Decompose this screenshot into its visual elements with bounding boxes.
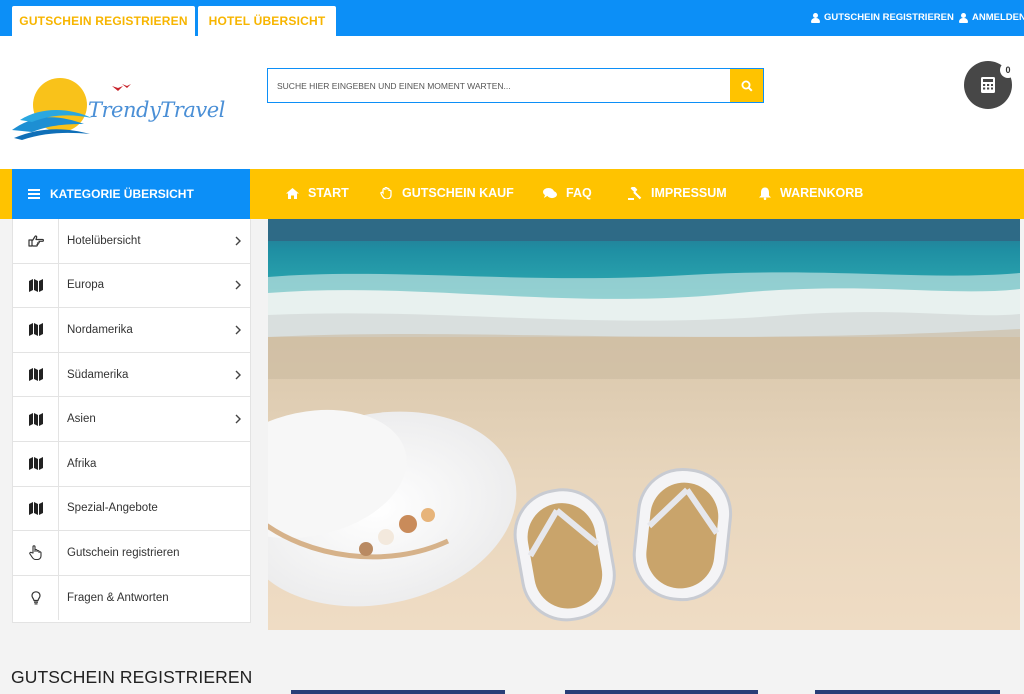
sidebar-item-label: Hotelübersicht: [67, 234, 141, 247]
nav-label: WARENKORB: [780, 186, 864, 200]
comments-icon: [543, 187, 557, 198]
map-icon: [28, 368, 43, 382]
sidebar-item-label: Südamerika: [67, 368, 129, 381]
hand-point-right-icon: [27, 235, 44, 247]
category-sidebar: Hotelübersicht Europa Nordamerika Südame…: [12, 219, 251, 623]
sidebar-item-spezial-angebote[interactable]: Spezial-Angebote: [13, 486, 250, 532]
logo-bird-icon: [112, 86, 123, 91]
sidebar-item-afrika[interactable]: Afrika: [13, 441, 250, 487]
nav-label: IMPRESSUM: [651, 186, 727, 200]
voucher-card-top: [565, 690, 758, 694]
lightbulb-icon: [30, 591, 41, 605]
sidebar-item-europa[interactable]: Europa: [13, 263, 250, 309]
nav-label: FAQ: [566, 186, 592, 200]
sidebar-item-label: Europa: [67, 279, 105, 292]
chevron-right-icon: [235, 325, 241, 335]
category-overview-button[interactable]: KATEGORIE ÜBERSICHT: [12, 169, 250, 219]
sidebar-item-label: Nordamerika: [67, 323, 133, 336]
bell-icon: [759, 187, 771, 200]
nav-gutschein-kauf[interactable]: GUTSCHEIN KAUF: [380, 186, 514, 200]
search-icon: [741, 80, 753, 92]
sidebar-item-suedamerika[interactable]: Südamerika: [13, 352, 250, 398]
sidebar-item-hoteluebersicht[interactable]: Hotelübersicht: [13, 219, 250, 264]
hero-beach-image: [268, 219, 1020, 630]
search-button[interactable]: [730, 69, 763, 102]
user-icon: [811, 12, 820, 23]
voucher-card-top: [815, 690, 1000, 694]
top-link-label: ANMELDEN: [972, 12, 1024, 23]
nav-label: GUTSCHEIN KAUF: [402, 186, 514, 200]
voucher-card-top: [291, 690, 505, 694]
hand-pointer-icon: [29, 545, 42, 561]
tab-hotel-uebersicht[interactable]: HOTEL ÜBERSICHT: [198, 6, 336, 36]
gavel-icon: [628, 186, 642, 200]
sidebar-item-gutschein-registrieren[interactable]: Gutschein registrieren: [13, 531, 250, 576]
sidebar-item-label: Spezial-Angebote: [67, 502, 158, 515]
user-icon: [959, 12, 968, 23]
nav-start[interactable]: START: [286, 186, 349, 200]
sidebar-item-nordamerika[interactable]: Nordamerika: [13, 308, 250, 353]
nav-impressum[interactable]: IMPRESSUM: [628, 186, 727, 200]
map-icon: [28, 457, 43, 471]
cart-count-badge: 0: [1000, 62, 1016, 78]
section-title: GUTSCHEIN REGISTRIEREN: [11, 667, 253, 687]
sidebar-item-label: Afrika: [67, 457, 97, 470]
nav-warenkorb[interactable]: WARENKORB: [759, 186, 863, 200]
logo-bird-icon: [122, 84, 131, 88]
map-icon: [28, 412, 43, 426]
cart-button[interactable]: 0: [964, 61, 1016, 109]
search-input[interactable]: [268, 69, 728, 102]
home-icon: [286, 187, 299, 199]
chevron-right-icon: [235, 414, 241, 424]
chevron-right-icon: [235, 280, 241, 290]
list-icon: [28, 189, 40, 199]
sidebar-item-label: Asien: [67, 413, 96, 426]
sidebar-item-asien[interactable]: Asien: [13, 397, 250, 442]
hand-icon: [380, 187, 392, 199]
top-bar: GUTSCHEIN REGISTRIEREN HOTEL ÜBERSICHT G…: [0, 0, 1024, 36]
sidebar-item-label: Gutschein registrieren: [67, 546, 180, 559]
nav-label: START: [308, 186, 349, 200]
top-link-anmelden[interactable]: ANMELDEN: [959, 12, 1024, 23]
map-icon: [28, 501, 43, 515]
calculator-icon: [981, 77, 995, 93]
nav-faq[interactable]: FAQ: [543, 186, 592, 200]
top-link-label: GUTSCHEIN REGISTRIEREN: [824, 12, 954, 23]
search-bar: [267, 68, 764, 103]
sidebar-item-label: Fragen & Antworten: [67, 592, 169, 605]
category-overview-label: KATEGORIE ÜBERSICHT: [50, 187, 194, 201]
sidebar-item-fragen-antworten[interactable]: Fragen & Antworten: [13, 575, 250, 621]
map-icon: [28, 278, 43, 292]
chevron-right-icon: [235, 236, 241, 246]
map-icon: [28, 323, 43, 337]
tab-gutschein-registrieren[interactable]: GUTSCHEIN REGISTRIEREN: [12, 6, 195, 36]
top-link-gutschein-registrieren[interactable]: GUTSCHEIN REGISTRIEREN: [811, 12, 954, 23]
logo-text: TrendyTravel: [88, 98, 225, 122]
chevron-right-icon: [235, 370, 241, 380]
